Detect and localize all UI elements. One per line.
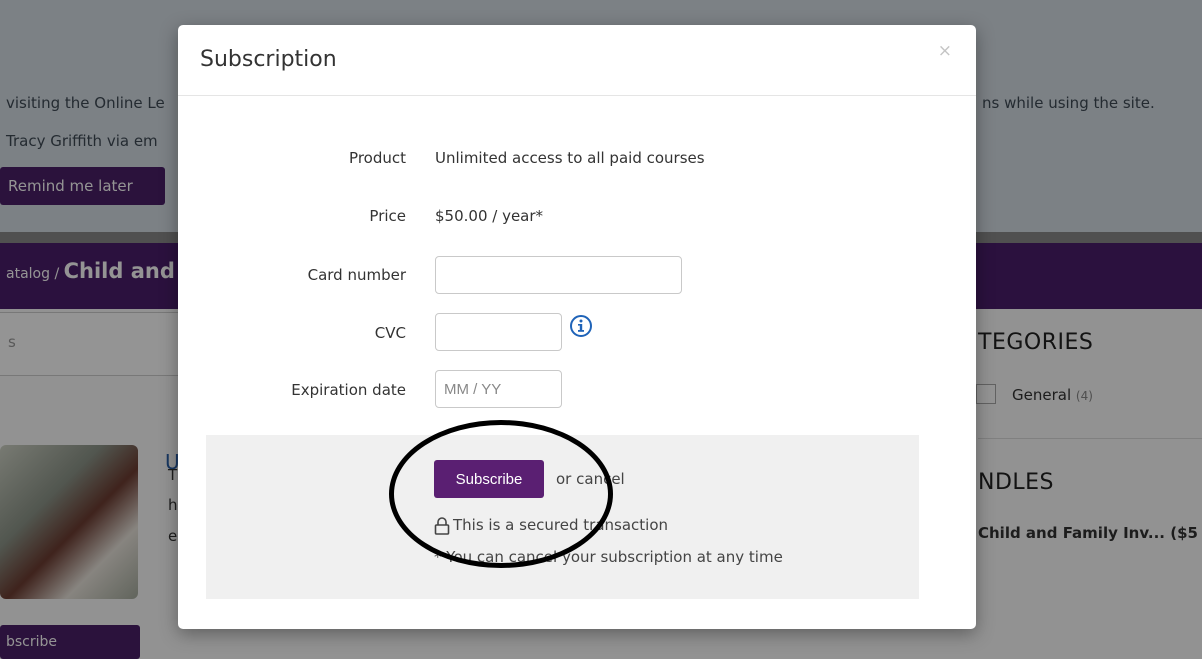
expiration-date-field[interactable]	[435, 370, 562, 408]
price-label: Price	[369, 207, 406, 225]
cancel-link[interactable]: cancel	[576, 470, 625, 488]
subscription-modal: Subscription × Product Unlimited access …	[178, 25, 976, 629]
close-icon[interactable]: ×	[938, 41, 952, 61]
product-value: Unlimited access to all paid courses	[435, 149, 705, 167]
cvc-label: CVC	[374, 324, 406, 342]
card-number-label: Card number	[307, 266, 406, 284]
secured-transaction-text: This is a secured transaction	[453, 516, 669, 534]
card-number-field[interactable]	[435, 256, 682, 294]
expiration-date-label: Expiration date	[291, 381, 406, 399]
subscribe-button[interactable]: Subscribe	[434, 460, 544, 498]
modal-title: Subscription	[200, 47, 337, 72]
modal-header: Subscription ×	[178, 25, 976, 96]
or-cancel-text: or cancel	[556, 470, 625, 488]
lock-icon	[434, 517, 450, 535]
info-icon[interactable]	[569, 314, 593, 338]
price-value: $50.00 / year*	[435, 207, 544, 225]
modal-footer: Subscribe or cancel This is a secured tr…	[206, 435, 919, 599]
cancel-anytime-note: * You can cancel your subscription at an…	[434, 548, 783, 566]
or-text: or	[556, 470, 572, 488]
cvc-field[interactable]	[435, 313, 562, 351]
product-label: Product	[349, 149, 406, 167]
